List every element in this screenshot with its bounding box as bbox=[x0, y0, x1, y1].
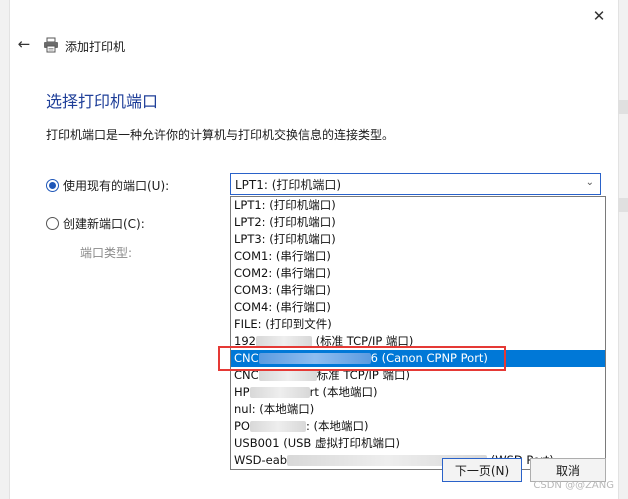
port-option-label: LPT3: (打印机端口) bbox=[234, 232, 336, 246]
close-button[interactable]: ✕ bbox=[586, 5, 612, 27]
next-button-label: 下一页(N) bbox=[454, 463, 510, 478]
port-option-hp-local[interactable]: HP rt (本地端口) bbox=[231, 384, 605, 401]
port-option-label: COM4: (串行端口) bbox=[234, 300, 331, 314]
port-option-com3[interactable]: COM3: (串行端口) bbox=[231, 282, 605, 299]
cancel-button-label: 取消 bbox=[555, 463, 580, 478]
port-option-label: COM3: (串行端口) bbox=[234, 283, 331, 297]
port-option-label: COM2: (串行端口) bbox=[234, 266, 331, 280]
annotation-highlight-box bbox=[218, 346, 506, 371]
existing-port-select-value: LPT1: (打印机端口) bbox=[235, 177, 342, 192]
cancel-button[interactable]: 取消 bbox=[530, 458, 606, 482]
use-existing-port-radio[interactable] bbox=[46, 179, 59, 192]
redacted-text bbox=[258, 370, 317, 381]
next-button[interactable]: 下一页(N) bbox=[442, 458, 522, 482]
port-option-prefix: HP bbox=[234, 385, 250, 399]
page-description: 打印机端口是一种允许你的计算机与打印机交换信息的连接类型。 bbox=[46, 128, 395, 142]
back-arrow-icon: ← bbox=[17, 35, 31, 53]
create-new-port-radio[interactable] bbox=[46, 217, 59, 230]
printer-icon bbox=[44, 37, 58, 53]
background-window-left bbox=[0, 0, 10, 499]
port-option-file[interactable]: FILE: (打印到文件) bbox=[231, 316, 605, 333]
background-element bbox=[618, 198, 628, 212]
background-element bbox=[618, 100, 628, 114]
port-dropdown-list[interactable]: LPT1: (打印机端口) LPT2: (打印机端口) LPT3: (打印机端口… bbox=[230, 196, 606, 470]
create-new-port-label: 创建新端口(C): bbox=[63, 217, 145, 231]
port-option-com4[interactable]: COM4: (串行端口) bbox=[231, 299, 605, 316]
port-option-com2[interactable]: COM2: (串行端口) bbox=[231, 265, 605, 282]
port-option-prefix: PO bbox=[234, 419, 250, 433]
port-option-label: FILE: (打印到文件) bbox=[234, 317, 332, 331]
use-existing-port-option[interactable]: 使用现有的端口(U): bbox=[46, 177, 169, 194]
port-option-po-local[interactable]: PO : (本地端口) bbox=[231, 418, 605, 435]
port-option-lpt1[interactable]: LPT1: (打印机端口) bbox=[231, 197, 605, 214]
port-option-lpt2[interactable]: LPT2: (打印机端口) bbox=[231, 214, 605, 231]
port-option-label: nul: (本地端口) bbox=[234, 402, 315, 416]
port-option-label: USB001 (USB 虚拟打印机端口) bbox=[234, 436, 400, 450]
port-option-label: LPT2: (打印机端口) bbox=[234, 215, 336, 229]
port-option-prefix: WSD-eab bbox=[234, 453, 288, 467]
wizard-title: 添加打印机 bbox=[65, 40, 126, 54]
use-existing-port-label: 使用现有的端口(U): bbox=[63, 179, 170, 193]
create-new-port-option[interactable]: 创建新端口(C): bbox=[46, 215, 145, 232]
port-option-usb001[interactable]: USB001 (USB 虚拟打印机端口) bbox=[231, 435, 605, 452]
port-option-com1[interactable]: COM1: (串行端口) bbox=[231, 248, 605, 265]
port-option-suffix: rt (本地端口) bbox=[309, 385, 378, 399]
close-icon: ✕ bbox=[592, 7, 606, 25]
page-heading: 选择打印机端口 bbox=[46, 92, 159, 111]
existing-port-select[interactable]: LPT1: (打印机端口) ⌄ bbox=[230, 173, 601, 195]
redacted-text bbox=[250, 421, 306, 432]
back-button[interactable]: ← bbox=[14, 34, 34, 54]
chevron-down-icon: ⌄ bbox=[585, 177, 594, 188]
port-option-label: LPT1: (打印机端口) bbox=[234, 198, 336, 212]
add-printer-dialog: ✕ ← 添加打印机 选择打印机端口 打印机端口是一种允许你的计算机与打印机交换信… bbox=[10, 0, 618, 499]
port-option-suffix: : (本地端口) bbox=[306, 419, 369, 433]
background-window-right bbox=[618, 0, 628, 499]
watermark: CSDN @@ZANG bbox=[533, 480, 614, 491]
port-type-label: 端口类型: bbox=[80, 246, 133, 260]
port-option-label: COM1: (串行端口) bbox=[234, 249, 331, 263]
redacted-text bbox=[249, 387, 310, 398]
port-option-nul[interactable]: nul: (本地端口) bbox=[231, 401, 605, 418]
port-option-lpt3[interactable]: LPT3: (打印机端口) bbox=[231, 231, 605, 248]
